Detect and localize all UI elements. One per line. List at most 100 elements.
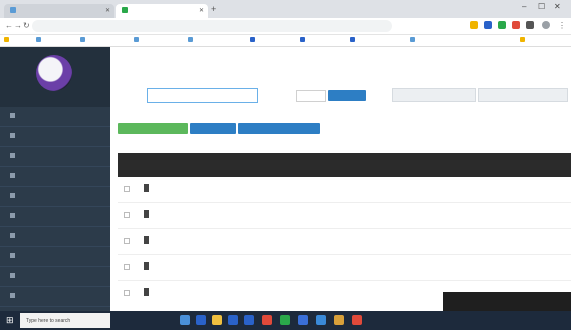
- folder-icon: [10, 133, 15, 139]
- bookmark-item[interactable]: [36, 37, 43, 45]
- sidebar-item[interactable]: [0, 147, 110, 167]
- sidebar-item[interactable]: [0, 167, 110, 187]
- notification-toast[interactable]: [443, 292, 571, 311]
- row-checkbox[interactable]: [124, 238, 130, 244]
- bookmark-icon: [250, 37, 255, 43]
- document-icon: [144, 184, 149, 192]
- browser-tab[interactable]: ✕: [4, 4, 114, 18]
- address-bar: ← → ↻ ⋮: [0, 18, 571, 35]
- app-icon[interactable]: [334, 315, 344, 325]
- list-icon: [10, 153, 15, 159]
- link-icon: [10, 253, 15, 259]
- document-icon: [144, 262, 149, 270]
- app-icon[interactable]: [316, 315, 326, 325]
- file-icon: [10, 173, 15, 179]
- table-row[interactable]: [118, 229, 571, 255]
- star-icon[interactable]: [470, 21, 478, 29]
- extension-icon[interactable]: [512, 21, 520, 29]
- file-explorer-icon[interactable]: [212, 315, 222, 325]
- sidebar-item[interactable]: [0, 107, 110, 127]
- bookmark-item[interactable]: [188, 37, 195, 45]
- extension-icon[interactable]: [526, 21, 534, 29]
- bookmark-item[interactable]: [250, 37, 257, 45]
- filter-select[interactable]: [296, 90, 326, 102]
- sidebar-item[interactable]: [0, 227, 110, 247]
- taskbar-search-input[interactable]: Type here to search: [20, 313, 110, 328]
- action-button[interactable]: [190, 123, 236, 134]
- taskbar: ⊞ Type here to search: [0, 311, 571, 330]
- toolbar-button[interactable]: [478, 88, 568, 102]
- sidebar-profile: [0, 47, 110, 107]
- table-row[interactable]: [118, 255, 571, 281]
- sidebar-item[interactable]: [0, 247, 110, 267]
- minimize-icon[interactable]: –: [522, 2, 526, 11]
- close-tab-icon[interactable]: ✕: [199, 7, 204, 14]
- browser-tab-bar: ✕ ✕ + – ☐ ✕: [0, 0, 571, 18]
- bookmark-item[interactable]: [350, 37, 357, 45]
- avatar[interactable]: [36, 55, 72, 91]
- bookmark-icon: [80, 37, 85, 43]
- bookmark-item[interactable]: [300, 37, 307, 45]
- bookmark-item[interactable]: [80, 37, 87, 45]
- menu-icon[interactable]: ⋮: [558, 21, 566, 30]
- chart-icon: [10, 213, 15, 219]
- sidebar-item[interactable]: [0, 127, 110, 147]
- sidebar-item[interactable]: [0, 187, 110, 207]
- bookmark-item[interactable]: [4, 37, 11, 45]
- bookmark-item[interactable]: [410, 37, 417, 45]
- bookmark-item[interactable]: [520, 37, 527, 45]
- tab-favicon-icon: [122, 7, 128, 13]
- browser-tab-active[interactable]: ✕: [116, 4, 208, 18]
- store-icon[interactable]: [228, 315, 238, 325]
- table-row[interactable]: [118, 203, 571, 229]
- bookmark-icon: [4, 37, 9, 43]
- row-checkbox[interactable]: [124, 290, 130, 296]
- sidebar-item[interactable]: [0, 267, 110, 287]
- sidebar-item[interactable]: [0, 207, 110, 227]
- toolbar-button[interactable]: [392, 88, 476, 102]
- bookmark-icon: [36, 37, 41, 43]
- home-icon: [10, 113, 15, 119]
- document-icon: [144, 288, 149, 296]
- task-view-icon[interactable]: [180, 315, 190, 325]
- close-tab-icon[interactable]: ✕: [105, 7, 110, 14]
- settings-icon: [10, 233, 15, 239]
- extension-icon[interactable]: [484, 21, 492, 29]
- table-row[interactable]: [118, 177, 571, 203]
- bookmarks-bar: [0, 35, 571, 47]
- search-button[interactable]: [328, 90, 366, 101]
- table-header: [118, 153, 571, 177]
- app-icon[interactable]: [352, 315, 362, 325]
- chrome-icon[interactable]: [280, 315, 290, 325]
- row-checkbox[interactable]: [124, 264, 130, 270]
- profile-icon[interactable]: [542, 21, 550, 29]
- document-icon: [144, 236, 149, 244]
- main-content: [110, 47, 571, 311]
- bookmark-item[interactable]: [134, 37, 141, 45]
- search-input[interactable]: [147, 88, 258, 103]
- windows-start-icon[interactable]: ⊞: [6, 315, 14, 326]
- back-icon[interactable]: ←: [5, 21, 13, 30]
- row-checkbox[interactable]: [124, 186, 130, 192]
- app-icon[interactable]: [262, 315, 272, 325]
- mail-icon[interactable]: [244, 315, 254, 325]
- reload-icon[interactable]: ↻: [23, 21, 30, 30]
- edge-icon[interactable]: [196, 315, 206, 325]
- app-icon[interactable]: [298, 315, 308, 325]
- maximize-icon[interactable]: ☐: [538, 2, 545, 11]
- bookmark-icon: [188, 37, 193, 43]
- tab-favicon-icon: [10, 7, 16, 13]
- sidebar-item[interactable]: [0, 287, 110, 307]
- forward-icon[interactable]: →: [14, 21, 22, 30]
- new-tab-icon[interactable]: +: [211, 4, 216, 14]
- row-checkbox[interactable]: [124, 212, 130, 218]
- bookmark-icon: [134, 37, 139, 43]
- users-icon: [10, 193, 15, 199]
- bookmark-icon: [520, 37, 525, 43]
- action-button[interactable]: [238, 123, 320, 134]
- url-input[interactable]: [32, 20, 392, 32]
- close-window-icon[interactable]: ✕: [554, 2, 561, 11]
- extension-icon[interactable]: [498, 21, 506, 29]
- add-button[interactable]: [118, 123, 188, 134]
- document-icon: [144, 210, 149, 218]
